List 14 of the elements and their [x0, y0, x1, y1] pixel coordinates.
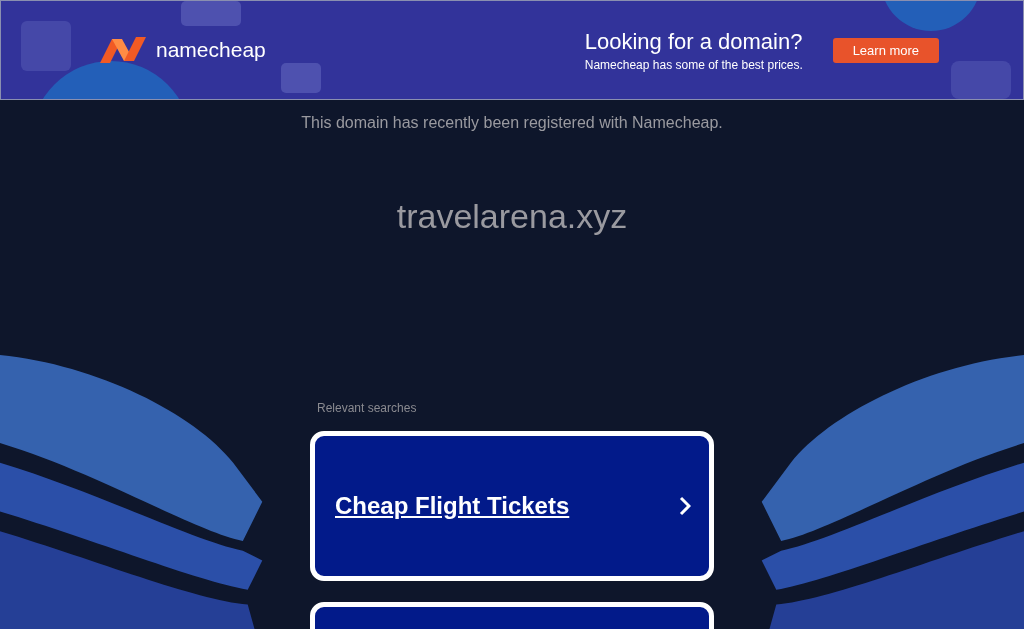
floating-card-shape: [181, 1, 241, 26]
search-link[interactable]: Cheap Flight Tickets: [310, 431, 714, 581]
domain-name: travelarena.xyz: [396, 197, 628, 236]
registration-notice: This domain has recently been registered with Namecheap.: [301, 114, 723, 132]
ad-headline: Looking for a domain?: [584, 28, 803, 55]
floating-card-shape: [951, 61, 1011, 99]
logo-text: namecheap: [156, 38, 266, 62]
floating-card-shape: [281, 63, 321, 93]
logo-icon: [98, 35, 148, 65]
learn-more-button[interactable]: Learn more: [832, 37, 939, 63]
ad-subline: Namecheap has some of the best prices.: [584, 57, 803, 72]
chevron-right-icon: [679, 496, 691, 516]
section-heading: Relevant searches: [317, 401, 418, 415]
floating-card-shape: [21, 21, 71, 71]
